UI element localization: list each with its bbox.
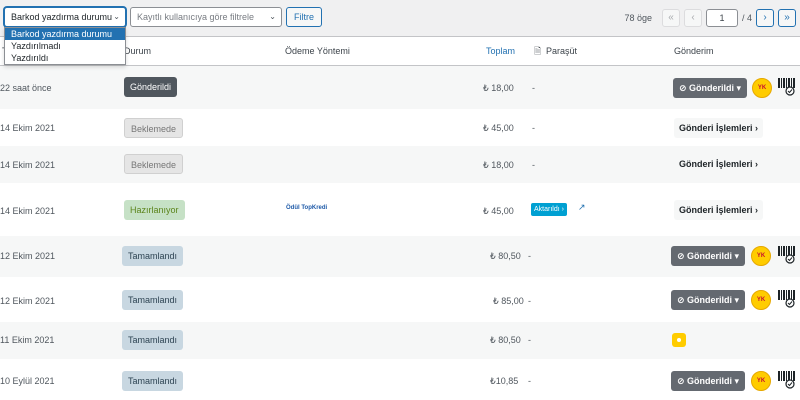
table-row[interactable]: 22 saat önce Gönderildi ₺ 18,00 - ⊘ Gönd… (0, 66, 800, 109)
sent-button[interactable]: ⊘ Gönderildi ▾ (671, 371, 746, 391)
barcode-status-select[interactable]: Barkod yazdırma durumu ⌄ (4, 7, 126, 27)
parachute-status: - (528, 296, 531, 306)
user-filter-select[interactable]: Kayıtlı kullanıcıya göre filtrele ⌄ (130, 7, 282, 27)
order-date: 14 Ekim 2021 (0, 160, 56, 170)
orders-page: Barkod yazdırma durumu ⌄ Kayıtlı kullanı… (0, 0, 800, 400)
status-badge: Gönderildi (124, 77, 178, 97)
payment-method-logo: Ödül TopKredi (286, 205, 328, 211)
carrier-logo-icon: YK (752, 78, 772, 98)
carrier-logo-icon: YK (751, 371, 771, 391)
orders-table: T Durum Ödeme Yöntemi Toplam 🗎 Paraşüt G… (0, 36, 800, 400)
order-date: 10 Eylül 2021 (0, 376, 55, 386)
dropdown-option[interactable]: Yazdırılmadı (5, 40, 125, 52)
table-row[interactable]: 14 Ekim 2021 Beklemede ₺ 18,00 - Gönderi… (0, 146, 800, 183)
order-total: ₺ 85,00 (493, 296, 524, 306)
column-parachute: Paraşüt (546, 46, 578, 56)
column-payment: Ödeme Yöntemi (285, 46, 350, 56)
parachute-status: - (528, 251, 531, 261)
order-total: ₺ 45,00 (483, 206, 514, 216)
total-pages: / 4 (741, 13, 752, 23)
chip-label: Aktarıldı (534, 206, 560, 213)
table-row[interactable]: 14 Ekim 2021 Hazırlanıyor Ödül TopKredi … (0, 183, 800, 236)
table-row[interactable]: 12 Ekim 2021 Tamamlandı ₺ 80,50 - ⊘ Gönd… (0, 236, 800, 277)
barcode-print-icon[interactable] (778, 288, 796, 308)
sent-button-label: Gönderildi (687, 376, 733, 386)
first-page-button[interactable]: « (661, 9, 680, 27)
barcode-status-dropdown: Barkod yazdırma durumu Yazdırılmadı Yazd… (4, 27, 126, 65)
column-status: Durum (124, 46, 152, 56)
order-date: 12 Ekim 2021 (0, 251, 56, 261)
status-badge: Hazırlanıyor (124, 200, 185, 220)
current-page-input[interactable]: 1 (705, 9, 738, 27)
dropdown-option[interactable]: Barkod yazdırma durumu (5, 28, 125, 40)
order-total: ₺ 18,00 (483, 83, 514, 93)
order-total: ₺ 18,00 (483, 160, 514, 170)
parachute-transferred-chip[interactable]: Aktarıldı › (531, 203, 567, 216)
parachute-status: - (532, 123, 535, 133)
sent-button[interactable]: ⊘ Gönderildi ▾ (673, 78, 748, 98)
barcode-print-icon[interactable] (778, 76, 796, 96)
chevron-down-icon: ⌄ (269, 12, 276, 21)
shipment-operations-button[interactable]: Gönderi İşlemleri › (674, 200, 764, 220)
pagination: 78 öge « ‹ 1 / 4 › » (624, 8, 796, 28)
carrier-logo-icon: YK (751, 290, 771, 310)
filter-button[interactable]: Filtre (286, 7, 322, 27)
table-row[interactable]: 14 Ekim 2021 Beklemede ₺ 45,00 - Gönderi… (0, 109, 800, 146)
shipment-operations-button[interactable]: Gönderi İşlemleri › (674, 154, 764, 174)
order-total: ₺ 80,50 (490, 251, 521, 261)
order-date: 11 Ekim 2021 (0, 335, 55, 345)
dropdown-option[interactable]: Yazdırıldı (5, 52, 125, 64)
table-row[interactable]: 12 Ekim 2021 Tamamlandı ₺ 85,00 - ⊘ Gönd… (0, 277, 800, 322)
parachute-status: - (532, 160, 535, 170)
status-badge: Beklemede (124, 154, 184, 174)
order-date: 14 Ekim 2021 (0, 206, 56, 216)
order-total: ₺ 80,50 (490, 335, 521, 345)
carrier-logo-icon: YK (751, 246, 771, 266)
prev-page-button[interactable]: ‹ (683, 9, 702, 27)
sent-button-label: Gönderildi (687, 251, 733, 261)
table-row[interactable]: 11 Ekim 2021 Tamamlandı ₺ 80,50 - (0, 322, 800, 359)
shipment-operations-label: Gönderi İşlemleri (679, 205, 753, 215)
shipment-operations-label: Gönderi İşlemleri (679, 123, 753, 133)
parachute-status: - (528, 376, 531, 386)
item-count: 78 öge (624, 13, 652, 23)
parachute-status: - (528, 335, 531, 345)
last-page-button[interactable]: » (778, 9, 796, 27)
chevron-right-icon: › (561, 206, 564, 213)
status-badge: Tamamlandı (122, 290, 184, 310)
column-shipping: Gönderim (674, 46, 714, 56)
shipment-operations-label: Gönderi İşlemleri (679, 159, 753, 169)
order-date: 14 Ekim 2021 (0, 123, 56, 133)
order-date: 12 Ekim 2021 (0, 296, 56, 306)
sent-button[interactable]: ⊘ Gönderildi ▾ (671, 246, 746, 266)
status-badge: Tamamlandı (122, 371, 184, 391)
order-date: 22 saat önce (0, 83, 52, 93)
yellow-status-icon[interactable] (672, 333, 686, 347)
sent-button-label: Gönderildi (689, 83, 735, 93)
shipment-operations-button[interactable]: Gönderi İşlemleri › (674, 118, 764, 138)
chevron-right-icon: › (755, 159, 759, 169)
barcode-print-icon[interactable] (778, 369, 796, 389)
status-badge: Tamamlandı (122, 330, 184, 350)
external-link-icon[interactable]: ↗ (578, 202, 586, 213)
barcode-status-value: Barkod yazdırma durumu (11, 12, 113, 22)
table-row[interactable]: 10 Eylül 2021 Tamamlandı ₺10,85 - ⊘ Gönd… (0, 359, 800, 400)
next-page-button[interactable]: › (756, 9, 774, 27)
document-icon: 🗎 (534, 46, 542, 56)
sent-button-label: Gönderildi (687, 295, 733, 305)
barcode-print-icon[interactable] (778, 244, 796, 264)
column-total[interactable]: Toplam (486, 37, 515, 65)
chevron-right-icon: › (755, 205, 759, 215)
status-badge: Tamamlandı (122, 246, 184, 266)
order-total: ₺ 45,00 (483, 123, 514, 133)
user-filter-placeholder: Kayıtlı kullanıcıya göre filtrele (137, 12, 255, 22)
status-badge: Beklemede (124, 118, 184, 138)
order-total: ₺10,85 (490, 376, 519, 386)
parachute-status: - (532, 83, 535, 93)
sent-button[interactable]: ⊘ Gönderildi ▾ (671, 290, 746, 310)
chevron-right-icon: › (755, 123, 759, 133)
chevron-down-icon: ⌄ (113, 12, 120, 21)
